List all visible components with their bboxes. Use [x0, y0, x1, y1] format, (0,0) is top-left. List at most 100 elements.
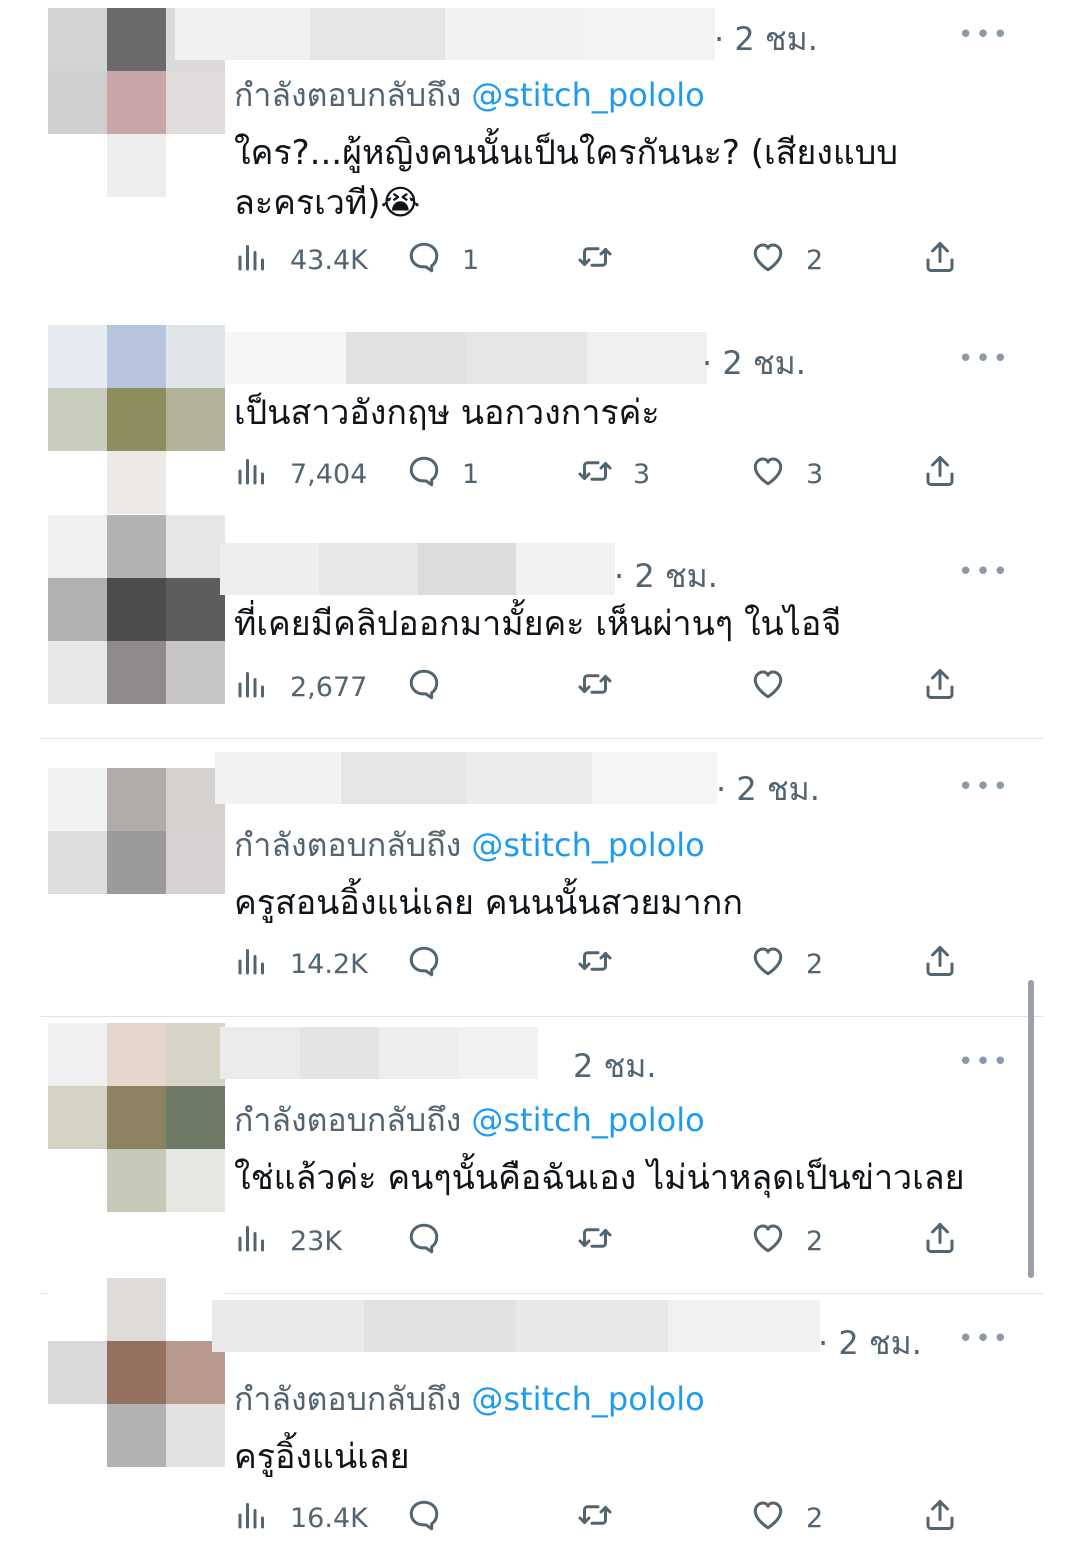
views-button[interactable]: 43.4K — [234, 238, 368, 282]
share-button[interactable] — [922, 1219, 958, 1263]
views-icon — [234, 453, 270, 496]
like-button[interactable]: 2 — [750, 942, 823, 986]
avatar[interactable] — [48, 1023, 225, 1212]
avatar[interactable] — [48, 325, 225, 514]
retweet-count: 3 — [633, 458, 651, 490]
replying-prefix: กำลังตอบกลับถึง — [234, 826, 462, 864]
reply-button[interactable] — [406, 942, 462, 986]
tweet-actions: 16.4K 2 — [234, 1496, 974, 1540]
reply-icon — [406, 239, 442, 282]
blurred-display-name[interactable] — [220, 543, 615, 595]
share-button[interactable] — [922, 942, 958, 986]
timestamp[interactable]: · 2 ชม. — [716, 764, 820, 815]
like-button[interactable]: 2 — [750, 238, 823, 282]
views-icon — [234, 1497, 270, 1540]
timestamp[interactable]: · 2 ชม. — [614, 551, 718, 602]
like-count: 2 — [806, 948, 824, 980]
tweet[interactable]: · 2 ชม. ••• กำลังตอบกลับถึง @stitch_polo… — [0, 740, 1079, 1015]
share-icon — [922, 453, 958, 496]
more-icon[interactable]: ••• — [958, 1324, 1010, 1354]
like-count: 2 — [806, 1502, 824, 1534]
share-button[interactable] — [922, 1496, 958, 1540]
timestamp[interactable]: · 2 ชม. — [818, 1318, 922, 1369]
tweet-text: ใคร?...ผู้หญิงคนนั้นเป็นใครกันนะ? (เสียง… — [234, 133, 898, 223]
views-count: 7,404 — [290, 458, 368, 490]
avatar[interactable] — [48, 1278, 225, 1467]
share-button[interactable] — [922, 452, 958, 496]
tweet[interactable]: · 2 ชม. ••• กำลังตอบกลับถึง @stitch_polo… — [0, 0, 1079, 310]
replying-to: กำลังตอบกลับถึง @stitch_pololo — [234, 70, 705, 121]
retweet-button[interactable] — [577, 238, 633, 282]
reply-icon — [406, 1497, 442, 1540]
more-icon[interactable]: ••• — [958, 20, 1010, 50]
views-button[interactable]: 7,404 — [234, 452, 367, 496]
like-button[interactable]: 3 — [750, 452, 823, 496]
like-icon — [750, 1497, 786, 1540]
tweet[interactable]: · 2 ชม. ••• เป็นสาวอังกฤษ นอกวงการค่ะ 7,… — [0, 310, 1079, 520]
more-icon[interactable]: ••• — [958, 557, 1010, 587]
share-icon — [922, 1220, 958, 1263]
replying-to: กำลังตอบกลับถึง @stitch_pololo — [234, 1095, 705, 1146]
replying-handle-link[interactable]: @stitch_pololo — [471, 1380, 704, 1418]
tweet-text: ที่เคยมีคลิปออกมามั้ยคะ เห็นผ่านๆ ในไอจี — [234, 604, 842, 644]
blurred-display-name[interactable] — [175, 8, 715, 60]
retweet-button[interactable]: 3 — [577, 452, 650, 496]
avatar[interactable] — [48, 515, 225, 704]
avatar[interactable] — [48, 768, 225, 957]
like-button[interactable]: 2 — [750, 1496, 823, 1540]
timestamp[interactable]: · 2 ชม. — [702, 338, 806, 389]
share-button[interactable] — [922, 238, 958, 282]
like-icon — [750, 239, 786, 282]
views-icon — [234, 1220, 270, 1263]
scrollbar[interactable] — [1028, 980, 1034, 1278]
tweet[interactable]: · 2 ชม. ••• ที่เคยมีคลิปออกมามั้ยคะ เห็น… — [0, 515, 1079, 740]
blurred-display-name[interactable] — [225, 332, 707, 384]
views-count: 43.4K — [290, 244, 368, 276]
retweet-icon — [577, 1220, 613, 1263]
tweet-actions: 43.4K 1 2 — [234, 238, 974, 282]
share-button[interactable] — [922, 665, 958, 709]
tweet-text: เป็นสาวอังกฤษ นอกวงการค่ะ — [234, 393, 660, 433]
replying-handle-link[interactable]: @stitch_pololo — [471, 826, 704, 864]
reply-button[interactable] — [406, 1496, 462, 1540]
timestamp[interactable]: 2 ชม. — [573, 1041, 657, 1092]
like-button[interactable]: 2 — [750, 1219, 823, 1263]
retweet-button[interactable] — [577, 665, 633, 709]
reply-button[interactable]: 1 — [406, 238, 479, 282]
views-button[interactable]: 23K — [234, 1219, 342, 1263]
share-icon — [922, 239, 958, 282]
views-button[interactable]: 14.2K — [234, 942, 368, 986]
views-button[interactable]: 16.4K — [234, 1496, 368, 1540]
tweet[interactable]: 2 ชม. ••• กำลังตอบกลับถึง @stitch_pololo… — [0, 1017, 1079, 1292]
share-icon — [922, 666, 958, 709]
views-button[interactable]: 2,677 — [234, 665, 367, 709]
retweet-button[interactable] — [577, 942, 633, 986]
replying-to: กำลังตอบกลับถึง @stitch_pololo — [234, 1374, 705, 1425]
blurred-display-name[interactable] — [220, 1027, 538, 1079]
reply-button[interactable]: 1 — [406, 452, 479, 496]
more-icon[interactable]: ••• — [958, 772, 1010, 802]
tweet-actions: 7,404 1 3 3 — [234, 452, 974, 496]
replying-handle-link[interactable]: @stitch_pololo — [471, 1101, 704, 1139]
more-icon[interactable]: ••• — [958, 344, 1010, 374]
tweet-text: ใช่แล้วค่ะ คนๆนั้นคือฉันเอง ไม่น่าหลุดเป… — [234, 1158, 965, 1198]
retweet-button[interactable] — [577, 1496, 633, 1540]
timestamp[interactable]: · 2 ชม. — [714, 14, 818, 65]
reply-button[interactable] — [406, 665, 462, 709]
retweet-button[interactable] — [577, 1219, 633, 1263]
views-count: 23K — [290, 1225, 343, 1257]
blurred-display-name[interactable] — [215, 752, 717, 804]
tweet[interactable]: · 2 ชม. ••• กำลังตอบกลับถึง @stitch_polo… — [0, 1278, 1079, 1564]
views-icon — [234, 943, 270, 986]
reply-count: 1 — [462, 458, 480, 490]
retweet-icon — [577, 666, 613, 709]
replying-to: กำลังตอบกลับถึง @stitch_pololo — [234, 820, 705, 871]
tweet-actions: 2,677 — [234, 665, 974, 709]
like-button[interactable] — [750, 665, 806, 709]
blurred-display-name[interactable] — [212, 1300, 820, 1352]
like-count: 2 — [806, 244, 824, 276]
replying-handle-link[interactable]: @stitch_pololo — [471, 76, 704, 114]
reply-icon — [406, 1220, 442, 1263]
more-icon[interactable]: ••• — [958, 1047, 1010, 1077]
reply-button[interactable] — [406, 1219, 462, 1263]
